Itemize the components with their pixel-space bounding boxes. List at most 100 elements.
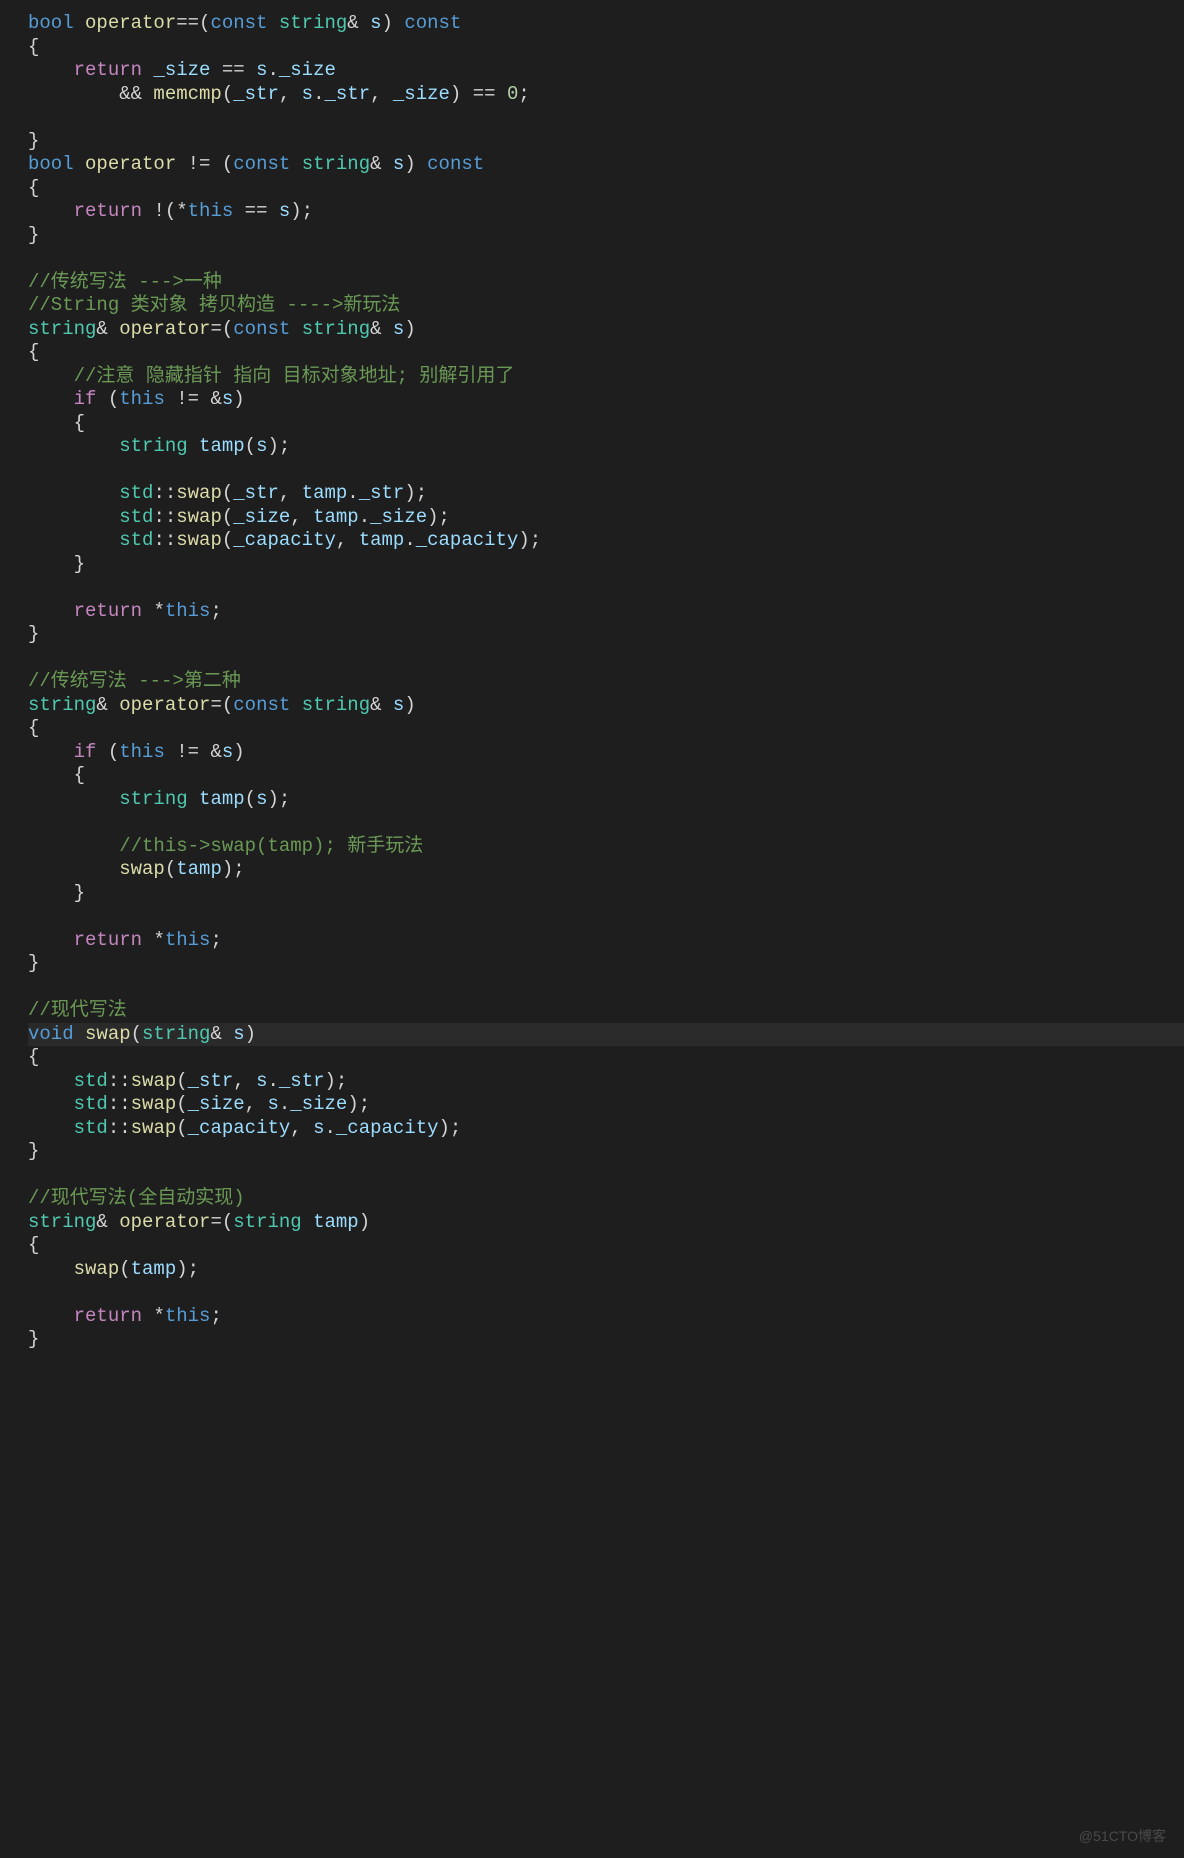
code-token <box>28 976 39 998</box>
code-token: memcmp <box>153 83 221 105</box>
code-token: ) <box>359 1211 370 1233</box>
code-token: ); <box>518 529 541 551</box>
code-token: _size <box>393 83 450 105</box>
code-token: ) <box>404 318 415 340</box>
code-token: string <box>142 1023 210 1045</box>
code-token: tamp <box>313 506 359 528</box>
code-token: s <box>393 153 404 175</box>
code-token: 0 <box>507 83 518 105</box>
code-token: tamp <box>131 1258 177 1280</box>
code-token: const <box>233 694 301 716</box>
code-line: string& operator=(const string& s) <box>28 694 1184 718</box>
code-token <box>28 482 119 504</box>
code-token: s <box>222 388 233 410</box>
code-token: operator <box>119 1211 210 1233</box>
code-token: bool <box>28 12 85 34</box>
code-token: ; <box>210 1305 221 1327</box>
code-token: std <box>119 506 153 528</box>
code-token: != <box>188 153 222 175</box>
code-token: s <box>393 318 404 340</box>
code-token: _size <box>290 1093 347 1115</box>
code-token: operator <box>119 318 210 340</box>
code-token: :: <box>108 1117 131 1139</box>
code-token: const <box>233 318 301 340</box>
code-token: this <box>165 929 211 951</box>
code-line: //this->swap(tamp); 新手玩法 <box>28 835 1184 859</box>
code-token: //this->swap(tamp); 新手玩法 <box>119 835 423 857</box>
code-token: this <box>165 1305 211 1327</box>
code-line: return *this; <box>28 600 1184 624</box>
code-token: _str <box>324 83 370 105</box>
code-token: s <box>256 59 267 81</box>
code-line: std::swap(_str, s._str); <box>28 1070 1184 1094</box>
code-token: _size <box>233 506 290 528</box>
code-token: } <box>28 224 39 246</box>
code-token: ( <box>119 1258 130 1280</box>
code-token: ); <box>290 200 313 222</box>
code-token: . <box>279 1093 290 1115</box>
code-line: //String 类对象 拷贝构造 ---->新玩法 <box>28 294 1184 318</box>
code-token: ) <box>233 388 244 410</box>
code-token: s <box>370 12 381 34</box>
code-token: swap <box>131 1117 177 1139</box>
code-line: } <box>28 952 1184 976</box>
code-token: && <box>28 83 153 105</box>
code-token: . <box>325 1117 336 1139</box>
code-token: //String 类对象 拷贝构造 ---->新玩法 <box>28 294 400 316</box>
code-token: operator <box>85 12 176 34</box>
code-token: ; <box>210 600 221 622</box>
code-line: string& operator=(string tamp) <box>28 1211 1184 1235</box>
code-token: std <box>74 1117 108 1139</box>
code-token: const <box>427 153 484 175</box>
code-token: ( <box>245 788 256 810</box>
code-line: && memcmp(_str, s._str, _size) == 0; <box>28 83 1184 107</box>
code-token: * <box>153 1305 164 1327</box>
code-token: ; <box>210 929 221 951</box>
code-token <box>28 600 74 622</box>
code-token: return <box>74 929 154 951</box>
code-line: } <box>28 1140 1184 1164</box>
code-token: ( <box>222 482 233 504</box>
code-token: & <box>96 318 119 340</box>
code-token: tamp <box>199 435 245 457</box>
code-token: } <box>28 553 85 575</box>
code-token: std <box>74 1070 108 1092</box>
code-token: _capacity <box>188 1117 291 1139</box>
code-token: :: <box>108 1070 131 1092</box>
code-token: & <box>96 694 119 716</box>
code-token: s <box>302 83 313 105</box>
code-line: string& operator=(const string& s) <box>28 318 1184 342</box>
code-token: :: <box>108 1093 131 1115</box>
code-token: & <box>370 318 393 340</box>
code-line: } <box>28 553 1184 577</box>
code-token: & <box>370 153 393 175</box>
code-token: != & <box>165 388 222 410</box>
code-token: string <box>279 12 347 34</box>
code-token: string <box>28 1211 96 1233</box>
code-line <box>28 905 1184 929</box>
code-token: operator <box>85 153 188 175</box>
code-token: ) <box>245 1023 256 1045</box>
code-token: swap <box>176 529 222 551</box>
code-token: :: <box>153 506 176 528</box>
code-token: //现代写法 <box>28 999 127 1021</box>
code-token: swap <box>131 1093 177 1115</box>
code-line <box>28 576 1184 600</box>
code-token: ( <box>108 388 119 410</box>
code-line: string tamp(s); <box>28 435 1184 459</box>
code-token: s <box>222 741 233 763</box>
code-line: //现代写法(全自动实现) <box>28 1187 1184 1211</box>
code-token: { <box>28 1234 39 1256</box>
code-line: std::swap(_str, tamp._str); <box>28 482 1184 506</box>
code-line: { <box>28 764 1184 788</box>
code-line: { <box>28 717 1184 741</box>
code-line: if (this != &s) <box>28 388 1184 412</box>
code-token: ( <box>176 1117 187 1139</box>
code-token: ( <box>108 741 119 763</box>
code-line: } <box>28 224 1184 248</box>
code-line: if (this != &s) <box>28 741 1184 765</box>
code-line <box>28 1164 1184 1188</box>
code-token: this <box>119 388 165 410</box>
code-token: const <box>404 12 461 34</box>
code-token: ); <box>176 1258 199 1280</box>
